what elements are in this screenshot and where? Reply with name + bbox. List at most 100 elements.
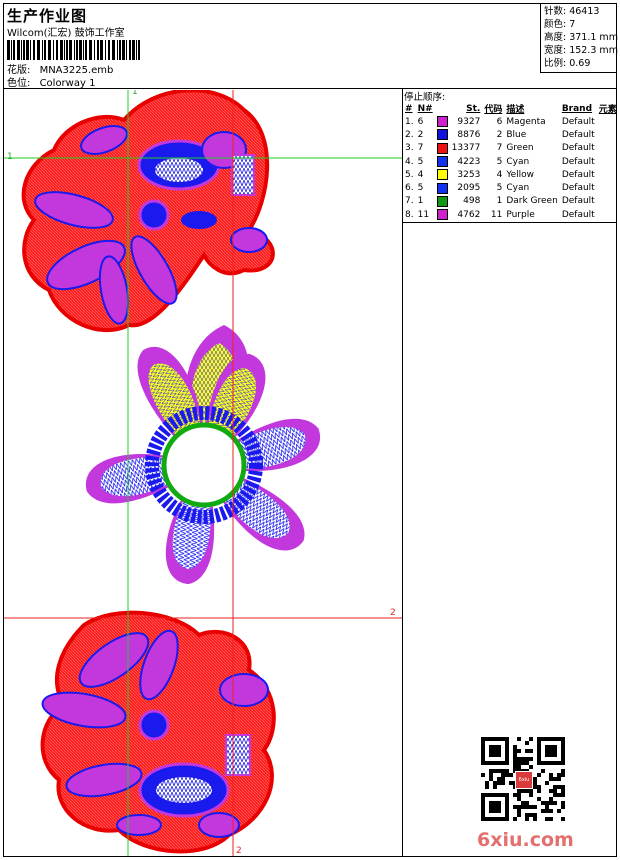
color-swatch: [436, 209, 448, 221]
barcode-bar: [105, 40, 106, 60]
qr-module: [497, 777, 501, 781]
qr-module: [525, 813, 529, 817]
qr-module: [513, 753, 517, 757]
desc-cell: Cyan: [506, 156, 530, 167]
qr-module: [553, 789, 557, 793]
qr-module: [549, 749, 553, 753]
embroidery-artwork: [4, 90, 402, 856]
stitches-cell: 9327: [457, 116, 481, 127]
stitches-cell: 498: [463, 196, 481, 207]
qr-module: [537, 737, 541, 741]
desc-cell: Cyan: [506, 183, 530, 194]
design-preview: 1 1 2 2: [4, 90, 402, 856]
qr-module: [481, 749, 485, 753]
stop-sequence-label: 停止顺序:: [404, 92, 446, 103]
barcode-bar: [132, 40, 135, 60]
col-header-desc: 描述: [506, 105, 525, 115]
qr-module: [481, 805, 485, 809]
qr-module: [557, 785, 561, 789]
qr-module: [553, 749, 557, 753]
barcode-bar: [66, 40, 68, 60]
code-cell: 4: [496, 169, 503, 180]
table-row: 6. 5 2095 5 Cyan Default: [403, 181, 619, 194]
col-header-stitches: St.: [466, 103, 481, 114]
barcode-bar: [108, 40, 110, 60]
qr-module: [533, 817, 537, 821]
qr-module: [525, 749, 529, 753]
qr-module: [493, 781, 497, 785]
swatch-cell: [435, 181, 450, 194]
color-swatch: [436, 116, 448, 128]
qr-module: [497, 737, 501, 741]
qr-module: [549, 777, 553, 781]
qr-module: [549, 753, 553, 757]
swatch-cell: [435, 155, 450, 168]
qr-module: [485, 761, 489, 765]
qr-module: [481, 817, 485, 821]
brand-cell: Default: [561, 196, 595, 207]
code-cell: 2: [496, 129, 503, 140]
barcode-bar: [60, 40, 63, 60]
qr-module: [513, 817, 517, 821]
barcode-bar: [89, 40, 92, 60]
qr-module: [489, 737, 493, 741]
qr-module: [561, 753, 565, 757]
stitches-cell: 13377: [451, 143, 481, 154]
barcode-bar: [11, 40, 12, 60]
qr-module: [549, 801, 553, 805]
table-row: 4. 5 4223 5 Cyan Default: [403, 155, 619, 168]
qr-module: [561, 801, 565, 805]
qr-module: [501, 773, 505, 777]
barcode-bar: [7, 40, 10, 60]
desc-cell: Purple: [506, 209, 535, 220]
watermark-main: 6xiu: [477, 829, 523, 851]
table-row: 1. 6 9327 6 Magenta Default: [403, 115, 619, 128]
qr-module: [481, 801, 485, 805]
qr-module: [489, 793, 493, 797]
stop-sequence-table: # N# St. 代码 描述 Brand 元素 1. 6 9327 6 Magenta D…: [403, 102, 619, 221]
qr-module: [497, 781, 501, 785]
qr-module: [537, 753, 541, 757]
code-cell: 6: [496, 116, 503, 127]
qr-module: [505, 769, 509, 773]
qr-module: [481, 809, 485, 813]
qr-module: [561, 789, 565, 793]
element-cell: [597, 128, 619, 141]
watermark-tld: .com: [522, 829, 574, 851]
element-cell: [597, 155, 619, 168]
qr-module: [541, 809, 545, 813]
barcode-bar: [17, 40, 20, 60]
barcode-bar: [129, 40, 131, 60]
barcode-bar: [42, 40, 43, 60]
qr-module: [489, 753, 493, 757]
qr-module: [549, 745, 553, 749]
qr-module: [561, 793, 565, 797]
qr-module: [501, 793, 505, 797]
qr-module: [485, 785, 489, 789]
header: 生产作业图 Wilcom(汇宏) 鼓饰工作室 花版: MNA3225.emb 色…: [3, 3, 618, 89]
qr-module: [497, 753, 501, 757]
qr-module: [501, 769, 505, 773]
qr-module: [545, 817, 549, 821]
col-header-n: N#: [417, 103, 433, 114]
barcode-bar: [53, 40, 54, 60]
barcode-bar: [48, 40, 51, 60]
element-cell: [597, 195, 619, 208]
n-cell: 5: [417, 183, 424, 194]
qr-module: [513, 793, 517, 797]
bottom-flower: [40, 610, 276, 854]
code-cell: 5: [496, 156, 503, 167]
stop-sequence-panel: 停止顺序: # N# St. 代码 描述 Brand 元素 1. 6 9327 6 Ma…: [403, 89, 617, 856]
qr-module: [505, 773, 509, 777]
qr-module: [505, 813, 509, 817]
barcode-bar: [69, 40, 72, 60]
qr-module: [529, 813, 533, 817]
qr-module: [505, 797, 509, 801]
qr-module: [557, 737, 561, 741]
qr-module: [501, 781, 505, 785]
desc-cell: Green: [506, 143, 534, 154]
qr-module: [529, 805, 533, 809]
element-cell: [597, 168, 619, 181]
qr-module: [489, 761, 493, 765]
guide-label-v1: 1: [132, 90, 138, 97]
